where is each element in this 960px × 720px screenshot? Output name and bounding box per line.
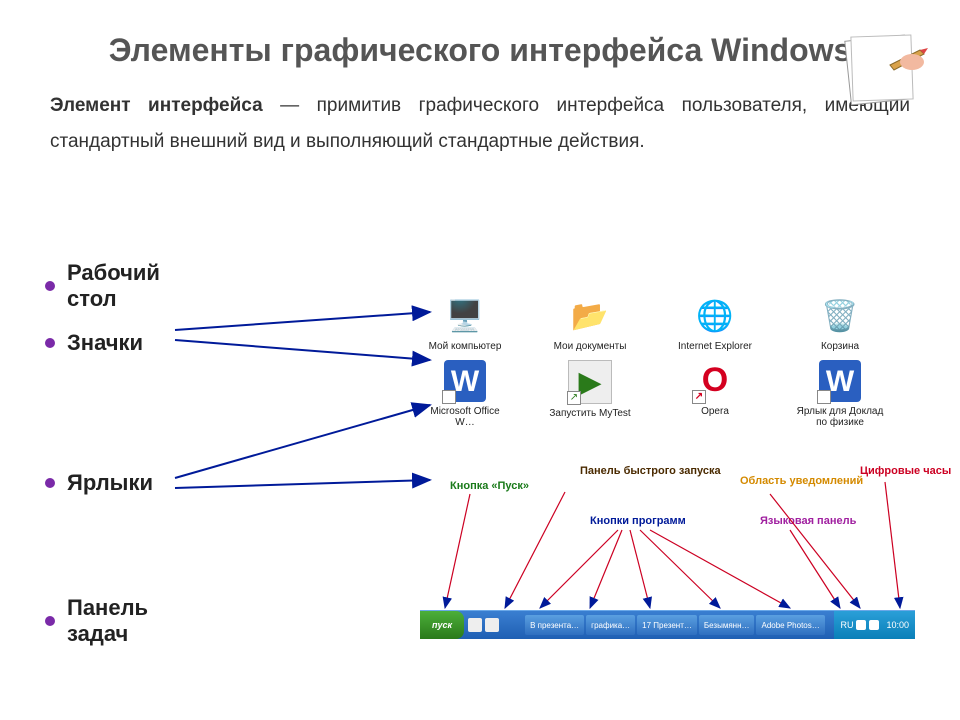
shortcut-mytest: ▶ Запустить MyTest [545,360,635,428]
word-shortcut-icon: W [444,360,486,402]
icon-label: Мой компьютер [420,341,510,352]
bullet-shortcuts: Ярлыки [45,470,153,496]
icon-label: Internet Explorer [670,341,760,352]
definition-text: Элемент интерфейса — примитив графическо… [50,88,910,160]
shortcut-doc: W Ярлык для Доклад по физике [795,360,885,428]
tray-icon[interactable] [856,620,866,630]
task-button[interactable]: графика… [586,615,635,635]
ie-icon: 🌐 [694,295,736,337]
quick-launch-area [464,618,522,632]
bullet-dot-icon [45,478,55,488]
annot-quick-launch: Панель быстрого запуска [580,465,721,477]
doc-shortcut-icon: W [819,360,861,402]
bullet-desktop: Рабочий стол [45,260,160,312]
system-tray: RU 10:00 [834,611,915,639]
annot-digital-clock: Цифровые часы [860,465,951,477]
icon-internet-explorer: 🌐 Internet Explorer [670,295,760,352]
icon-my-documents: 📂 Мои документы [545,295,635,352]
annot-language-bar: Языковая панель [760,515,856,527]
icon-label: Ярлык для Доклад по физике [795,406,885,428]
notepad-hand-decoration [840,30,930,110]
icon-label: Opera [670,406,760,417]
trash-icon: 🗑️ [819,295,861,337]
ql-icon[interactable] [485,618,499,632]
bullet-text: Панель задач [67,595,148,647]
definition-term: Элемент интерфейса [50,95,263,116]
desktop-icons-row-2: W Microsoft Office W… ▶ Запустить MyTest… [420,360,900,428]
task-button[interactable]: Безымянн… [699,615,755,635]
shortcut-opera: O Opera [670,360,760,428]
language-indicator[interactable]: RU [840,620,853,630]
annot-start-button: Кнопка «Пуск» [450,480,529,492]
taskbar-clock: 10:00 [882,620,909,630]
task-button[interactable]: Adobe Photos… [756,615,824,635]
icon-label: Мои документы [545,341,635,352]
folder-icon: 📂 [569,295,611,337]
windows-taskbar: пуск В презента… графика… 17 Презент… Бе… [420,610,915,639]
tray-icon[interactable] [869,620,879,630]
annot-program-buttons: Кнопки программ [590,515,686,527]
mytest-shortcut-icon: ▶ [568,360,612,404]
bullet-text: Рабочий стол [67,260,160,312]
bullet-text: Ярлыки [67,470,153,496]
bullet-dot-icon [45,281,55,291]
start-button[interactable]: пуск [420,611,464,639]
task-button[interactable]: 17 Презент… [637,615,697,635]
ql-icon[interactable] [468,618,482,632]
task-buttons-area: В презента… графика… 17 Презент… Безымян… [522,615,834,635]
opera-shortcut-icon: O [694,360,736,402]
icon-my-computer: 🖥️ Мой компьютер [420,295,510,352]
task-button[interactable]: В презента… [525,615,584,635]
bullet-taskbar: Панель задач [45,595,148,647]
slide-title: Элементы графического интерфейса Windows [50,30,910,70]
icon-label: Запустить MyTest [545,408,635,419]
bullet-text: Значки [67,330,143,356]
bullet-dot-icon [45,338,55,348]
annot-notification-area: Область уведомлений [740,475,863,487]
bullet-icons: Значки [45,330,143,356]
desktop-icons-row-1: 🖥️ Мой компьютер 📂 Мои документы 🌐 Inter… [420,295,900,352]
icon-recycle-bin: 🗑️ Корзина [795,295,885,352]
icon-label: Microsoft Office W… [420,406,510,428]
icon-label: Корзина [795,341,885,352]
bullet-dot-icon [45,616,55,626]
monitor-icon: 🖥️ [444,295,486,337]
shortcut-word: W Microsoft Office W… [420,360,510,428]
